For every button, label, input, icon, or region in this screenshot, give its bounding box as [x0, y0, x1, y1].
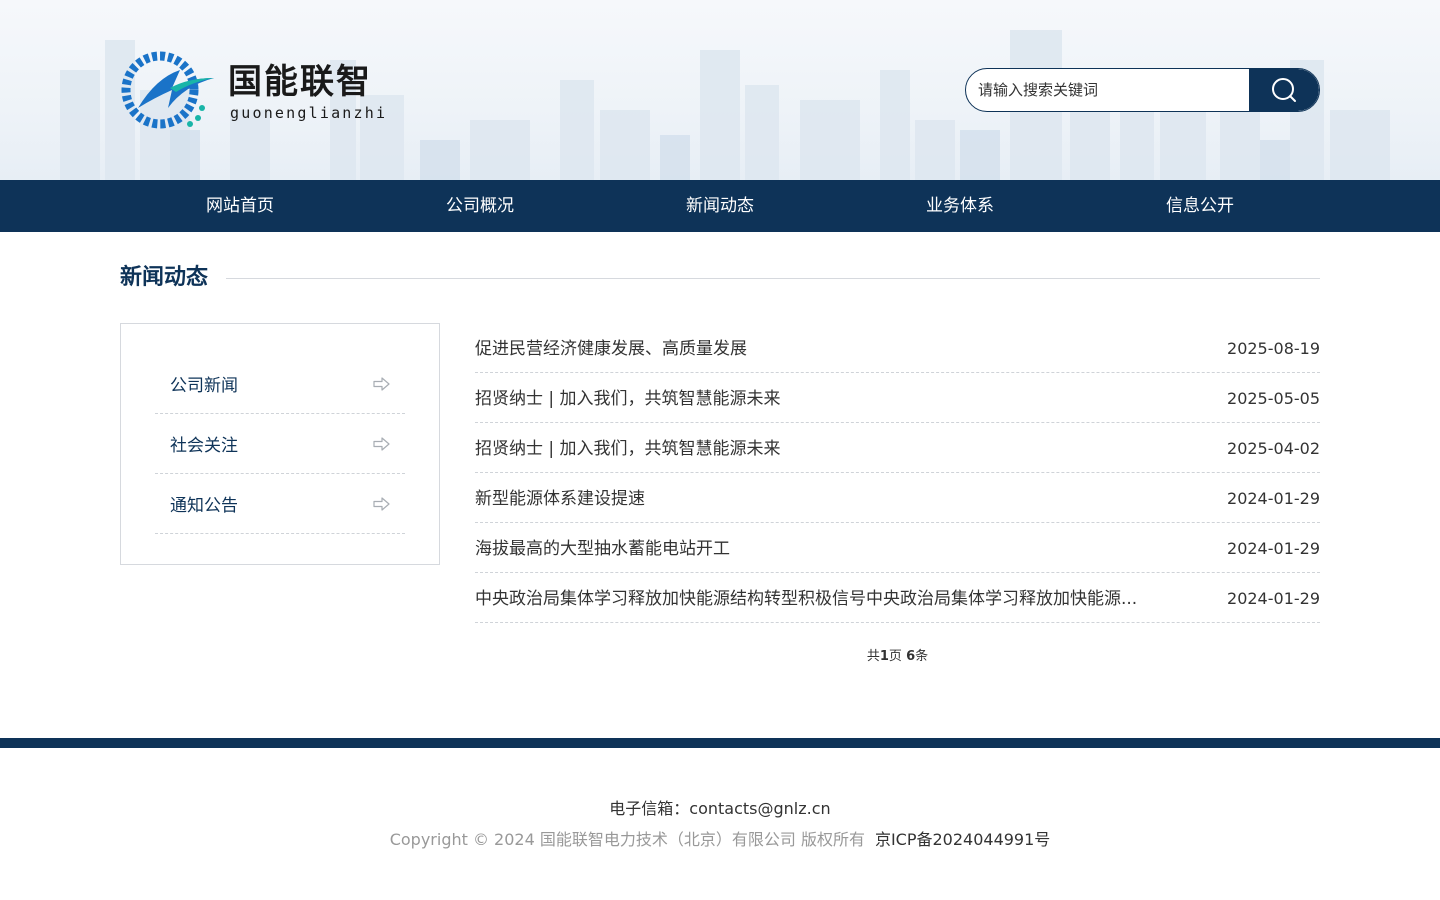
main-nav: 网站首页 公司概况 新闻动态 业务体系 信息公开	[0, 180, 1440, 232]
pager-item-count: 6	[906, 649, 916, 664]
sidebar-item-company-news[interactable]: 公司新闻	[155, 354, 405, 414]
site-header: 国能联智 guonenglianzhi	[0, 0, 1440, 180]
news-title[interactable]: 中央政治局集体学习释放加快能源结构转型积极信号中央政治局集体学习释放加快能源..…	[475, 587, 1175, 611]
search-button[interactable]	[1249, 69, 1319, 111]
sidebar-item-social-focus[interactable]: 社会关注	[155, 414, 405, 474]
news-title[interactable]: 海拔最高的大型抽水蓄能电站开工	[475, 537, 1175, 561]
news-list-item[interactable]: 招贤纳士 | 加入我们，共筑智慧能源未来 2025-04-02	[475, 423, 1320, 473]
sidebar-item-notices[interactable]: 通知公告	[155, 474, 405, 534]
section-divider	[120, 278, 1320, 279]
copyright-text: Copyright © 2024 国能联智电力技术（北京）有限公司 版权所有	[389, 830, 865, 849]
sidebar-item-label: 通知公告	[170, 496, 238, 516]
page-title: 新闻动态	[120, 265, 209, 290]
arrow-right-icon	[373, 377, 390, 391]
icp-license-link[interactable]: 京ICP备2024044991号	[875, 830, 1050, 849]
news-date: 2025-05-05	[1227, 389, 1320, 408]
search-box	[965, 68, 1320, 112]
arrow-right-icon	[373, 497, 390, 511]
nav-item-home[interactable]: 网站首页	[120, 180, 360, 232]
search-icon	[1272, 78, 1296, 102]
search-input[interactable]	[966, 69, 1250, 111]
nav-item-business-system[interactable]: 业务体系	[840, 180, 1080, 232]
nav-item-information-disclosure[interactable]: 信息公开	[1080, 180, 1320, 232]
site-logo[interactable]: 国能联智 guonenglianzhi	[118, 48, 418, 132]
news-date: 2024-01-29	[1227, 489, 1320, 508]
logo-chinese-name: 国能联智	[228, 62, 372, 102]
nav-item-news[interactable]: 新闻动态	[600, 180, 840, 232]
logo-pinyin-name: guonenglianzhi	[230, 104, 388, 122]
footer-divider-bar	[0, 738, 1440, 748]
logo-mark-icon	[121, 51, 214, 129]
news-title[interactable]: 新型能源体系建设提速	[475, 487, 1175, 511]
news-list-item[interactable]: 海拔最高的大型抽水蓄能电站开工 2024-01-29	[475, 523, 1320, 573]
news-title[interactable]: 招贤纳士 | 加入我们，共筑智慧能源未来	[475, 387, 1175, 411]
footer-copyright: Copyright © 2024 国能联智电力技术（北京）有限公司 版权所有 京I…	[0, 828, 1440, 852]
news-list-item[interactable]: 新型能源体系建设提速 2024-01-29	[475, 473, 1320, 523]
news-list-item[interactable]: 招贤纳士 | 加入我们，共筑智慧能源未来 2025-05-05	[475, 373, 1320, 423]
news-list-item[interactable]: 促进民营经济健康发展、高质量发展 2025-08-19	[475, 323, 1320, 373]
news-date: 2025-04-02	[1227, 439, 1320, 458]
pagination-summary: 共1页 6条	[475, 646, 1320, 668]
news-title[interactable]: 促进民营经济健康发展、高质量发展	[475, 337, 1175, 361]
news-title[interactable]: 招贤纳士 | 加入我们，共筑智慧能源未来	[475, 437, 1175, 461]
sidebar-item-label: 公司新闻	[170, 376, 238, 396]
pager-mid: 页	[888, 649, 907, 664]
news-list-item[interactable]: 中央政治局集体学习释放加快能源结构转型积极信号中央政治局集体学习释放加快能源..…	[475, 573, 1320, 623]
category-sidebar: 公司新闻 社会关注 通知公告	[120, 323, 440, 565]
pager-page-count: 1	[879, 649, 889, 664]
news-date: 2024-01-29	[1227, 589, 1320, 608]
news-date: 2025-08-19	[1227, 339, 1320, 358]
pager-suffix: 条	[915, 649, 929, 664]
sidebar-item-label: 社会关注	[170, 436, 238, 456]
footer-email: 电子信箱：contacts@gnlz.cn	[609, 799, 831, 818]
pager-prefix: 共	[866, 649, 880, 664]
nav-item-company-overview[interactable]: 公司概况	[360, 180, 600, 232]
news-date: 2024-01-29	[1227, 539, 1320, 558]
arrow-right-icon	[373, 437, 390, 451]
